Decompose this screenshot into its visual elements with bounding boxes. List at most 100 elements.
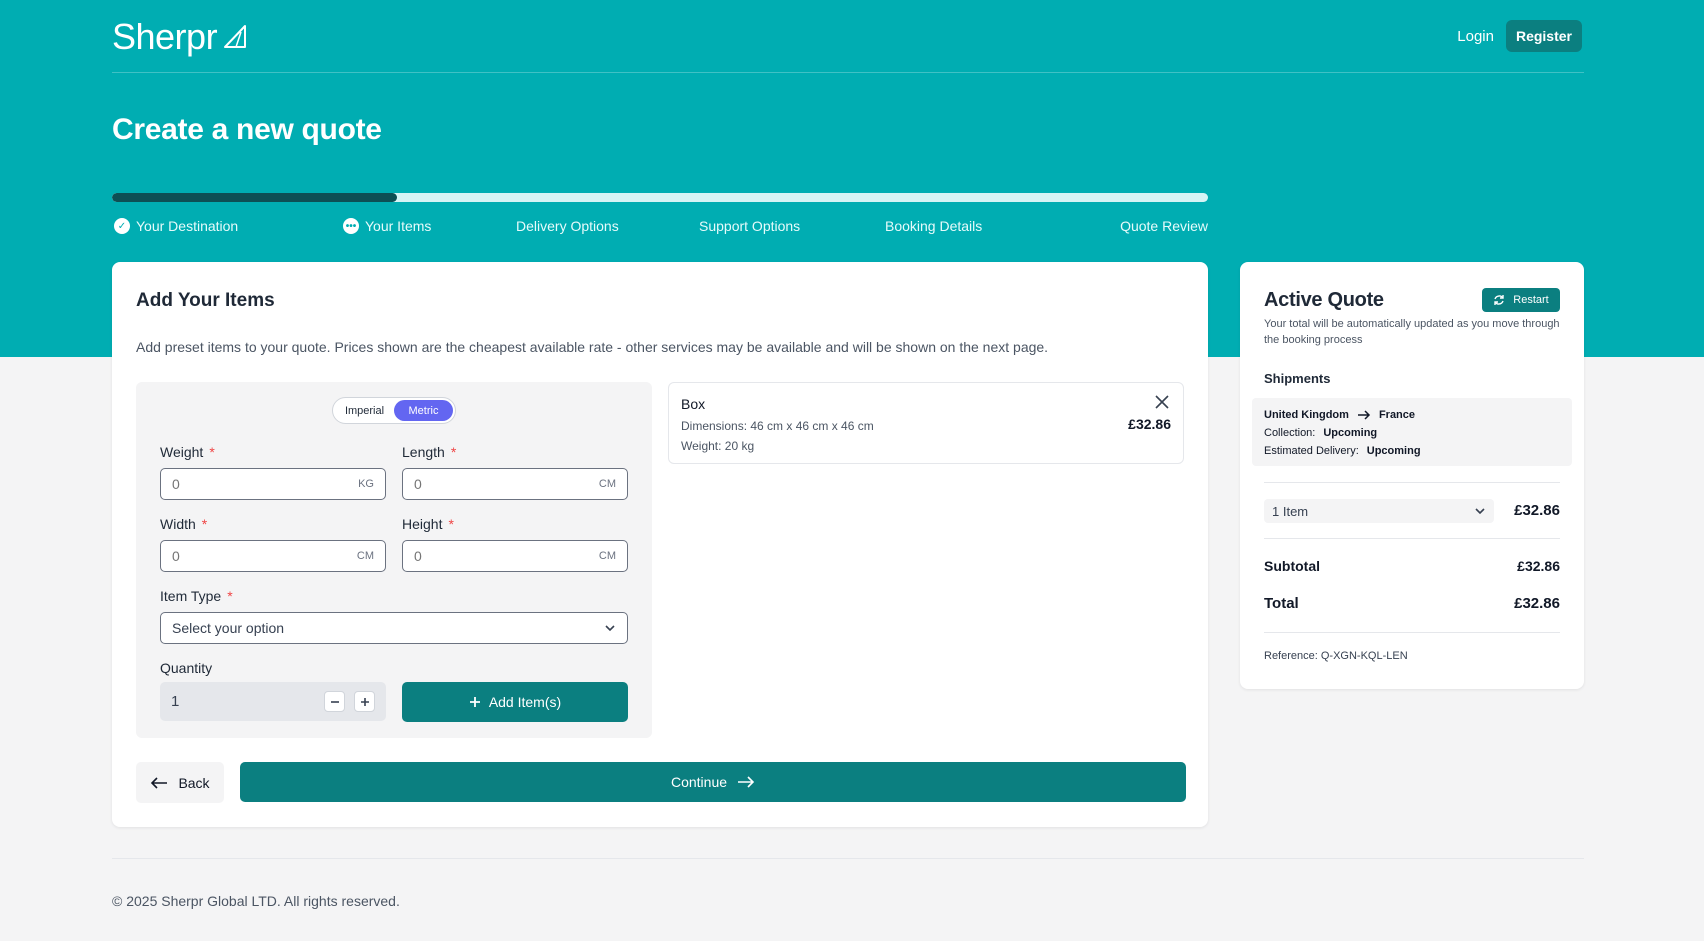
total-value: £32.86 [1514, 595, 1560, 612]
top-navigation: Sherpr Login Register [112, 0, 1584, 73]
divider [1264, 482, 1560, 483]
divider [1264, 538, 1560, 539]
item-name: Box [681, 396, 706, 412]
collection-label: Collection: [1264, 427, 1316, 439]
restart-button[interactable]: Restart [1482, 288, 1560, 312]
restart-label: Restart [1513, 294, 1549, 306]
required-marker: * [450, 444, 457, 460]
step-your-destination[interactable]: ✓ Your Destination [114, 218, 238, 234]
height-input[interactable] [414, 548, 599, 564]
items-dropdown[interactable]: 1 Item [1264, 499, 1494, 523]
item-form-panel: Imperial Metric Weight * KG Length * CM Wi… [136, 382, 652, 738]
width-unit: CM [356, 550, 374, 562]
back-button[interactable]: Back [136, 762, 224, 803]
quote-description: Your total will be automatically updated… [1264, 318, 1560, 346]
item-type-field: Item Type * Select your option [160, 588, 628, 644]
item-price: £32.86 [1128, 416, 1171, 432]
step-label: Your Items [365, 218, 432, 234]
route-row: United Kingdom France [1264, 406, 1560, 424]
step-label: Delivery Options [516, 218, 619, 234]
length-label: Length [402, 444, 445, 460]
step-label: Quote Review [1120, 218, 1208, 234]
metric-option[interactable]: Metric [394, 400, 453, 421]
length-unit: CM [598, 478, 616, 490]
total-label: Total [1264, 595, 1299, 612]
shipments-heading: Shipments [1264, 371, 1331, 386]
width-field: Width * CM [160, 516, 386, 572]
chevron-down-icon [1475, 508, 1485, 515]
height-unit: CM [598, 550, 616, 562]
arrow-left-icon [151, 776, 168, 789]
refresh-icon [1494, 295, 1504, 305]
required-marker: * [448, 516, 454, 532]
quantity-label: Quantity [160, 660, 213, 676]
add-items-button[interactable]: Add Item(s) [402, 682, 628, 722]
check-icon: ✓ [114, 218, 130, 234]
increment-button[interactable] [354, 691, 375, 712]
sail-icon [224, 25, 247, 48]
quantity-field: Quantity [160, 660, 212, 678]
collection-value: Upcoming [1323, 427, 1378, 439]
auth-links: Login Register [1457, 20, 1582, 52]
item-type-select[interactable]: Select your option [160, 612, 628, 644]
arrow-right-icon [1357, 410, 1370, 420]
logo-text: Sherpr [112, 16, 218, 57]
footer-copyright: © 2025 Sherpr Global LTD. All rights res… [112, 893, 400, 909]
back-label: Back [178, 774, 210, 791]
section-description: Add preset items to your quote. Prices s… [136, 339, 1049, 355]
delivery-value: Upcoming [1366, 445, 1421, 457]
plus-icon [360, 697, 369, 706]
step-support-options[interactable]: Support Options [699, 218, 800, 234]
required-marker: * [227, 588, 233, 604]
progress-bar [112, 193, 1208, 202]
collection-row: Collection: Upcoming [1264, 424, 1560, 442]
progress-bar-fill [112, 193, 397, 202]
added-item-card: Box Dimensions: 46 cm x 46 cm x 46 cm We… [668, 382, 1184, 464]
quantity-input[interactable] [171, 693, 315, 710]
logo[interactable]: Sherpr [112, 16, 249, 58]
decrement-button[interactable] [324, 691, 345, 712]
chevron-down-icon [605, 625, 615, 632]
unit-toggle: Imperial Metric [332, 397, 456, 424]
close-icon[interactable] [1153, 393, 1171, 411]
arrow-right-icon [738, 776, 755, 788]
weight-field: Weight * KG [160, 444, 386, 500]
items-summary: 1 Item [1272, 503, 1309, 519]
required-marker: * [209, 444, 215, 460]
add-items-label: Add Item(s) [488, 694, 562, 710]
step-your-items[interactable]: ••• Your Items [343, 218, 431, 234]
shipment-summary: United Kingdom France Collection: Upcomi… [1252, 398, 1572, 466]
width-label: Width [160, 516, 196, 532]
step-booking-details[interactable]: Booking Details [885, 218, 982, 234]
page-title: Create a new quote [112, 113, 382, 146]
footer-divider [112, 858, 1584, 859]
delivery-label: Estimated Delivery: [1264, 445, 1359, 457]
plus-icon [469, 697, 480, 707]
login-link[interactable]: Login [1457, 28, 1494, 45]
quote-reference: Reference: Q-XGN-KQL-LEN [1264, 650, 1408, 662]
register-button[interactable]: Register [1505, 20, 1582, 52]
subtotal-value: £32.86 [1517, 558, 1560, 574]
continue-label: Continue [670, 774, 728, 790]
items-price: £32.86 [1514, 502, 1560, 519]
imperial-option[interactable]: Imperial [335, 400, 394, 421]
weight-input[interactable] [172, 476, 359, 492]
continue-button[interactable]: Continue [240, 762, 1186, 802]
item-type-placeholder: Select your option [172, 620, 285, 636]
destination-country: France [1378, 409, 1416, 421]
item-dimensions: Dimensions: 46 cm x 46 cm x 46 cm [681, 419, 874, 433]
required-marker: * [201, 516, 208, 532]
step-label: Your Destination [136, 218, 239, 234]
active-quote-card: Active Quote Restart Your total will be … [1240, 262, 1584, 689]
origin-country: United Kingdom [1264, 409, 1349, 421]
divider [1264, 632, 1560, 633]
add-items-card: Add Your Items Add preset items to your … [112, 262, 1208, 827]
step-delivery-options[interactable]: Delivery Options [516, 218, 619, 234]
step-label: Support Options [699, 218, 801, 234]
quote-title: Active Quote [1264, 289, 1384, 311]
length-input[interactable] [414, 476, 599, 492]
step-quote-review[interactable]: Quote Review [1120, 218, 1208, 234]
step-indicator: ✓ Your Destination ••• Your Items Delive… [112, 218, 1208, 238]
width-input[interactable] [172, 548, 357, 564]
item-type-label: Item Type [160, 588, 222, 604]
